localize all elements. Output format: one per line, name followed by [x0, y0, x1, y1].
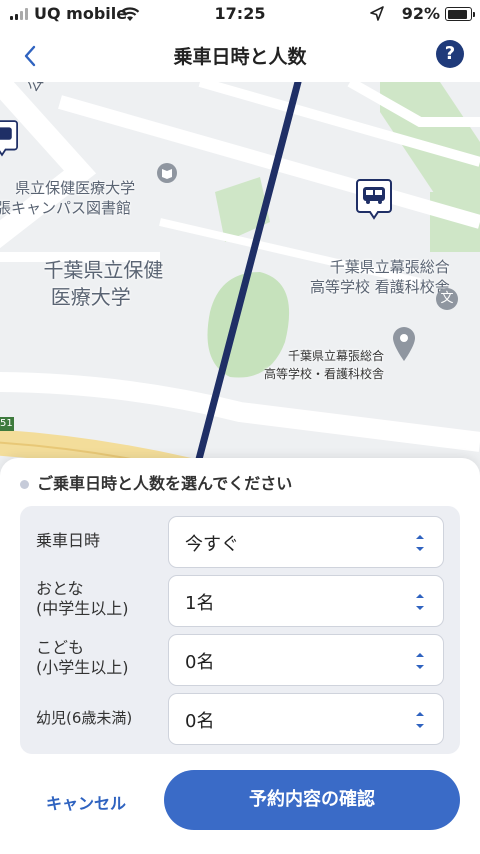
- library-label: 県立保健医療大学 張キャンパス図書館: [0, 179, 136, 217]
- select-value: 1名: [185, 593, 215, 614]
- map-view[interactable]: 公園大通 県立保健医療大学 張キャンパス図書館 千葉県立保健 医療大学 千葉県立…: [0, 82, 480, 482]
- translate-icon: 文: [436, 288, 458, 310]
- bullet-icon: [20, 480, 29, 489]
- school-label: 千葉県立幕張総合 高等学校 看護科校舎: [310, 258, 450, 296]
- select-value: 0名: [185, 652, 215, 673]
- road-number-label: 51: [0, 418, 13, 429]
- stepper-arrows-icon: [416, 712, 424, 728]
- stepper-arrows-icon: [416, 653, 424, 669]
- row-ride-datetime: 乗車日時 今すぐ: [20, 514, 460, 568]
- bus-stop-icon[interactable]: [356, 178, 392, 220]
- select-value: 0名: [185, 711, 215, 732]
- help-button[interactable]: ?: [436, 40, 464, 68]
- status-bar: UQ mobile 17:25 92%: [0, 0, 480, 30]
- sheet-heading: ご乗車日時と人数を選んでください: [20, 470, 292, 494]
- bus-stop-icon[interactable]: [0, 118, 18, 158]
- school-pin-label: 千葉県立幕張総合 高等学校・看護科校舎: [264, 349, 385, 381]
- battery-percentage: 92%: [401, 4, 440, 23]
- row-adults: おとな (中学生以上) 1名: [20, 573, 460, 627]
- row-children: こども (小学生以上) 0名: [20, 632, 460, 686]
- ride-form: 乗車日時 今すぐ おとな (中学生以上) 1名 こども (小学生以上) 0名 幼…: [20, 506, 460, 754]
- location-arrow-icon: [370, 6, 384, 21]
- field-label: おとな (中学生以上): [36, 579, 129, 618]
- field-label: 幼児(6歳未満): [36, 709, 133, 727]
- stepper-arrows-icon: [416, 594, 424, 610]
- infants-select[interactable]: 0名: [168, 693, 444, 745]
- ride-datetime-select[interactable]: 今すぐ: [168, 516, 444, 568]
- confirm-reservation-button[interactable]: 予約内容の確認: [164, 770, 460, 830]
- row-infants: 幼児(6歳未満) 0名: [20, 691, 460, 745]
- children-select[interactable]: 0名: [168, 634, 444, 686]
- university-label: 千葉県立保健 医療大学: [43, 258, 164, 309]
- battery-icon: [445, 7, 475, 21]
- cancel-button[interactable]: キャンセル: [46, 790, 126, 814]
- field-label: 乗車日時: [36, 531, 101, 550]
- navigation-bar: 乗車日時と人数 ?: [0, 30, 480, 82]
- stepper-arrows-icon: [416, 535, 424, 551]
- page-title: 乗車日時と人数: [173, 46, 307, 68]
- ride-settings-sheet: ご乗車日時と人数を選んでください 乗車日時 今すぐ おとな (中学生以上) 1名…: [0, 458, 480, 854]
- library-icon: [157, 163, 177, 183]
- adults-select[interactable]: 1名: [168, 575, 444, 627]
- select-value: 今すぐ: [185, 534, 239, 555]
- map-pin-icon[interactable]: [392, 326, 416, 362]
- field-label: こども (小学生以上): [36, 638, 129, 677]
